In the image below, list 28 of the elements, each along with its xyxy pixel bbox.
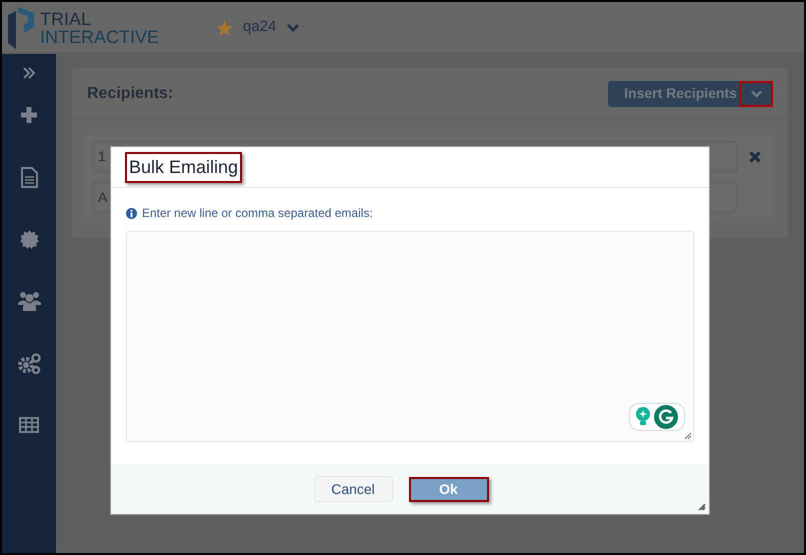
info-icon — [126, 208, 137, 218]
document-icon[interactable] — [20, 166, 38, 188]
close-icon[interactable] — [749, 150, 761, 162]
dropdown-toggle[interactable] — [739, 80, 773, 106]
resize-grip-icon[interactable] — [684, 432, 692, 440]
chevron-down-icon[interactable] — [286, 22, 300, 32]
chevron-down-icon — [750, 90, 762, 98]
dialog-title: Bulk Emailing — [125, 152, 242, 182]
lightbulb-icon — [636, 407, 650, 427]
project-name[interactable]: qa24 — [243, 16, 276, 39]
users-icon[interactable] — [18, 291, 40, 311]
table-icon[interactable] — [19, 417, 39, 433]
assistant-widget[interactable] — [629, 403, 685, 431]
gears-icon[interactable] — [18, 352, 40, 374]
section-title: Recipients: — [87, 84, 174, 104]
logo-icon — [6, 4, 36, 50]
g-logo-icon — [654, 405, 678, 429]
insert-recipients-button[interactable]: Insert Recipients — [608, 80, 773, 106]
resize-grip-icon[interactable] — [698, 503, 706, 511]
cancel-button[interactable]: Cancel — [314, 476, 392, 502]
logo-text: TRIAL — [40, 10, 92, 28]
ok-button[interactable]: Ok — [408, 476, 488, 502]
star-icon[interactable] — [216, 20, 233, 36]
plus-icon[interactable] — [20, 106, 38, 124]
expand-icon[interactable] — [23, 67, 35, 79]
badge-icon[interactable] — [20, 230, 38, 248]
logo-text: INTERACTIVE — [40, 28, 160, 46]
hint-text: Enter new line or comma separated emails: — [142, 205, 373, 222]
